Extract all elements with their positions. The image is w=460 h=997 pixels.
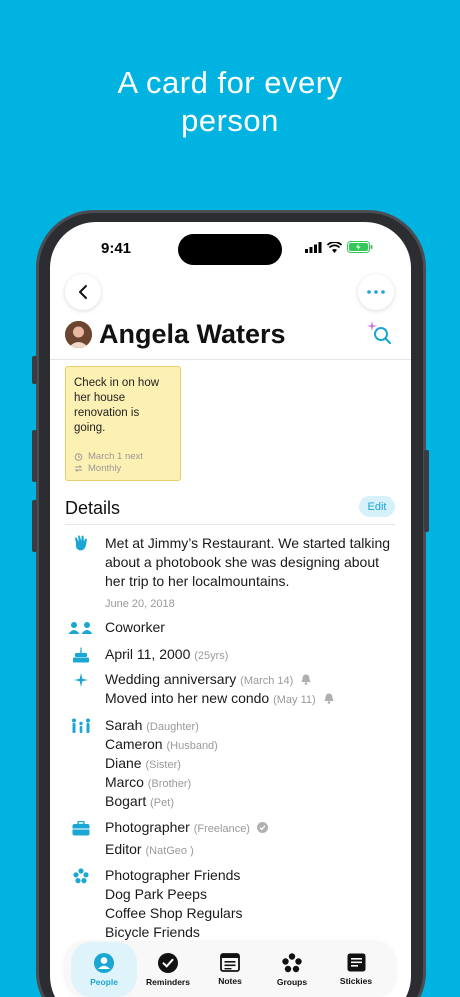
sticky-note[interactable]: Check in on how her house renovation is …: [65, 366, 181, 481]
tab-label: Notes: [218, 976, 242, 986]
family-relation: (Sister): [145, 759, 181, 771]
power-button: [424, 450, 429, 532]
met-note: Met at Jimmy’s Restaurant. We started ta…: [105, 535, 391, 589]
family-name: Bogart: [105, 793, 147, 809]
sticky-repeat: Monthly: [88, 463, 122, 474]
group-item[interactable]: Bicycle Friends: [105, 923, 200, 942]
met-date: June 20, 2018: [105, 598, 175, 610]
relationship: Coworker: [105, 619, 165, 635]
group-item[interactable]: Dog Park Peeps: [105, 885, 207, 904]
status-icons: [305, 241, 373, 253]
headline: A card for every person: [0, 64, 460, 140]
family-member: Bogart (Pet): [105, 792, 174, 813]
contact-name: Angela Waters: [99, 319, 286, 349]
family-member: Diane (Sister): [105, 754, 181, 775]
repeat-icon: [74, 465, 83, 472]
status-time: 9:41: [101, 240, 132, 257]
tab-label: People: [90, 976, 118, 987]
family-relation: (Daughter): [146, 721, 199, 733]
event-label: Wedding anniversary: [105, 671, 237, 687]
person-icon: [94, 952, 114, 973]
sticky-text: Check in on how her house renovation is …: [74, 377, 160, 434]
bell-icon[interactable]: [301, 674, 311, 685]
family-relation: (Husband): [166, 740, 218, 752]
ai-search-icon[interactable]: [365, 320, 393, 346]
details-title: Details: [65, 498, 121, 518]
header-divider: [50, 359, 411, 360]
birthday-cake-icon: [70, 644, 92, 666]
age: (25yrs): [194, 650, 229, 662]
family-icon: [69, 715, 93, 737]
job-org: (Freelance): [193, 823, 250, 835]
event-label: Moved into her new condo: [105, 690, 270, 706]
family-name: Sarah: [105, 717, 143, 733]
event-date: (March 14): [240, 675, 294, 687]
signal-icon: [305, 241, 322, 253]
event-row-2: Moved into her new condo (May 11): [105, 689, 334, 710]
avatar: [65, 321, 92, 348]
family-name: Cameron: [105, 736, 163, 752]
wifi-icon: [327, 241, 342, 253]
family-relation: (Brother): [147, 778, 192, 790]
tab-people[interactable]: People: [71, 942, 137, 997]
dynamic-island: [178, 234, 282, 265]
sticky-date: March 1 next: [88, 451, 143, 462]
family-name: Diane: [105, 755, 142, 771]
birthday-row: April 11, 2000 (25yrs): [105, 645, 228, 666]
chevron-left-icon: [79, 285, 87, 299]
sparkle-icon: [70, 669, 92, 691]
phone-screen: 9:41 Angela Waters Check in on how her h…: [50, 222, 411, 997]
job-row-1: Photographer (Freelance): [105, 818, 268, 839]
headline-line-2: person: [181, 103, 279, 138]
tab-label: Groups: [276, 976, 308, 987]
sticky-repeat-row: Monthly: [74, 463, 121, 474]
tab-stickies[interactable]: Stickies: [323, 942, 389, 997]
job-title: Editor: [105, 841, 142, 857]
tab-reminders[interactable]: Reminders: [135, 942, 201, 997]
more-button[interactable]: [358, 274, 394, 310]
event-date: (May 11): [273, 694, 316, 706]
details-divider: [65, 524, 395, 525]
wave-hand-icon: [70, 532, 92, 554]
briefcase-icon: [70, 817, 92, 839]
tab-notes[interactable]: Notes: [197, 942, 263, 997]
family-relation: (Pet): [150, 797, 174, 809]
family-member: Cameron (Husband): [105, 735, 218, 756]
ellipsis-icon: [367, 290, 385, 294]
mute-switch: [32, 356, 37, 384]
volume-up-button: [32, 430, 37, 482]
notes-icon: [220, 953, 240, 972]
sticky-date-row: March 1 next: [74, 451, 143, 462]
job-row-2: Editor (NatGeo ): [105, 840, 194, 861]
group-item[interactable]: Photographer Friends: [105, 866, 240, 885]
birthday: April 11, 2000: [105, 646, 191, 662]
volume-down-button: [32, 500, 37, 552]
coworker-icon: [68, 617, 94, 639]
verified-icon: [256, 822, 268, 833]
edit-button[interactable]: Edit: [359, 496, 395, 517]
tab-groups[interactable]: Groups: [259, 942, 325, 997]
job-title: Photographer: [105, 819, 190, 835]
family-member: Marco (Brother): [105, 773, 191, 794]
back-button[interactable]: [65, 274, 101, 310]
event-row-1: Wedding anniversary (March 14): [105, 670, 311, 691]
tab-bar: People Reminders Notes Groups Stickies: [65, 942, 395, 997]
family-name: Marco: [105, 774, 144, 790]
group-item[interactable]: Coffee Shop Regulars: [105, 904, 243, 923]
family-member: Sarah (Daughter): [105, 716, 199, 737]
headline-line-1: A card for every: [117, 65, 343, 100]
job-org: (NatGeo ): [145, 845, 194, 857]
alarm-icon: [74, 453, 83, 461]
groups-dots-icon: [70, 865, 92, 887]
tab-label: Stickies: [339, 976, 373, 986]
groups-icon: [282, 952, 302, 972]
bell-icon[interactable]: [324, 693, 334, 704]
stickies-icon: [347, 953, 365, 972]
checkmark-icon: [158, 952, 178, 973]
tab-label: Reminders: [146, 976, 190, 987]
battery-icon: [347, 241, 373, 253]
